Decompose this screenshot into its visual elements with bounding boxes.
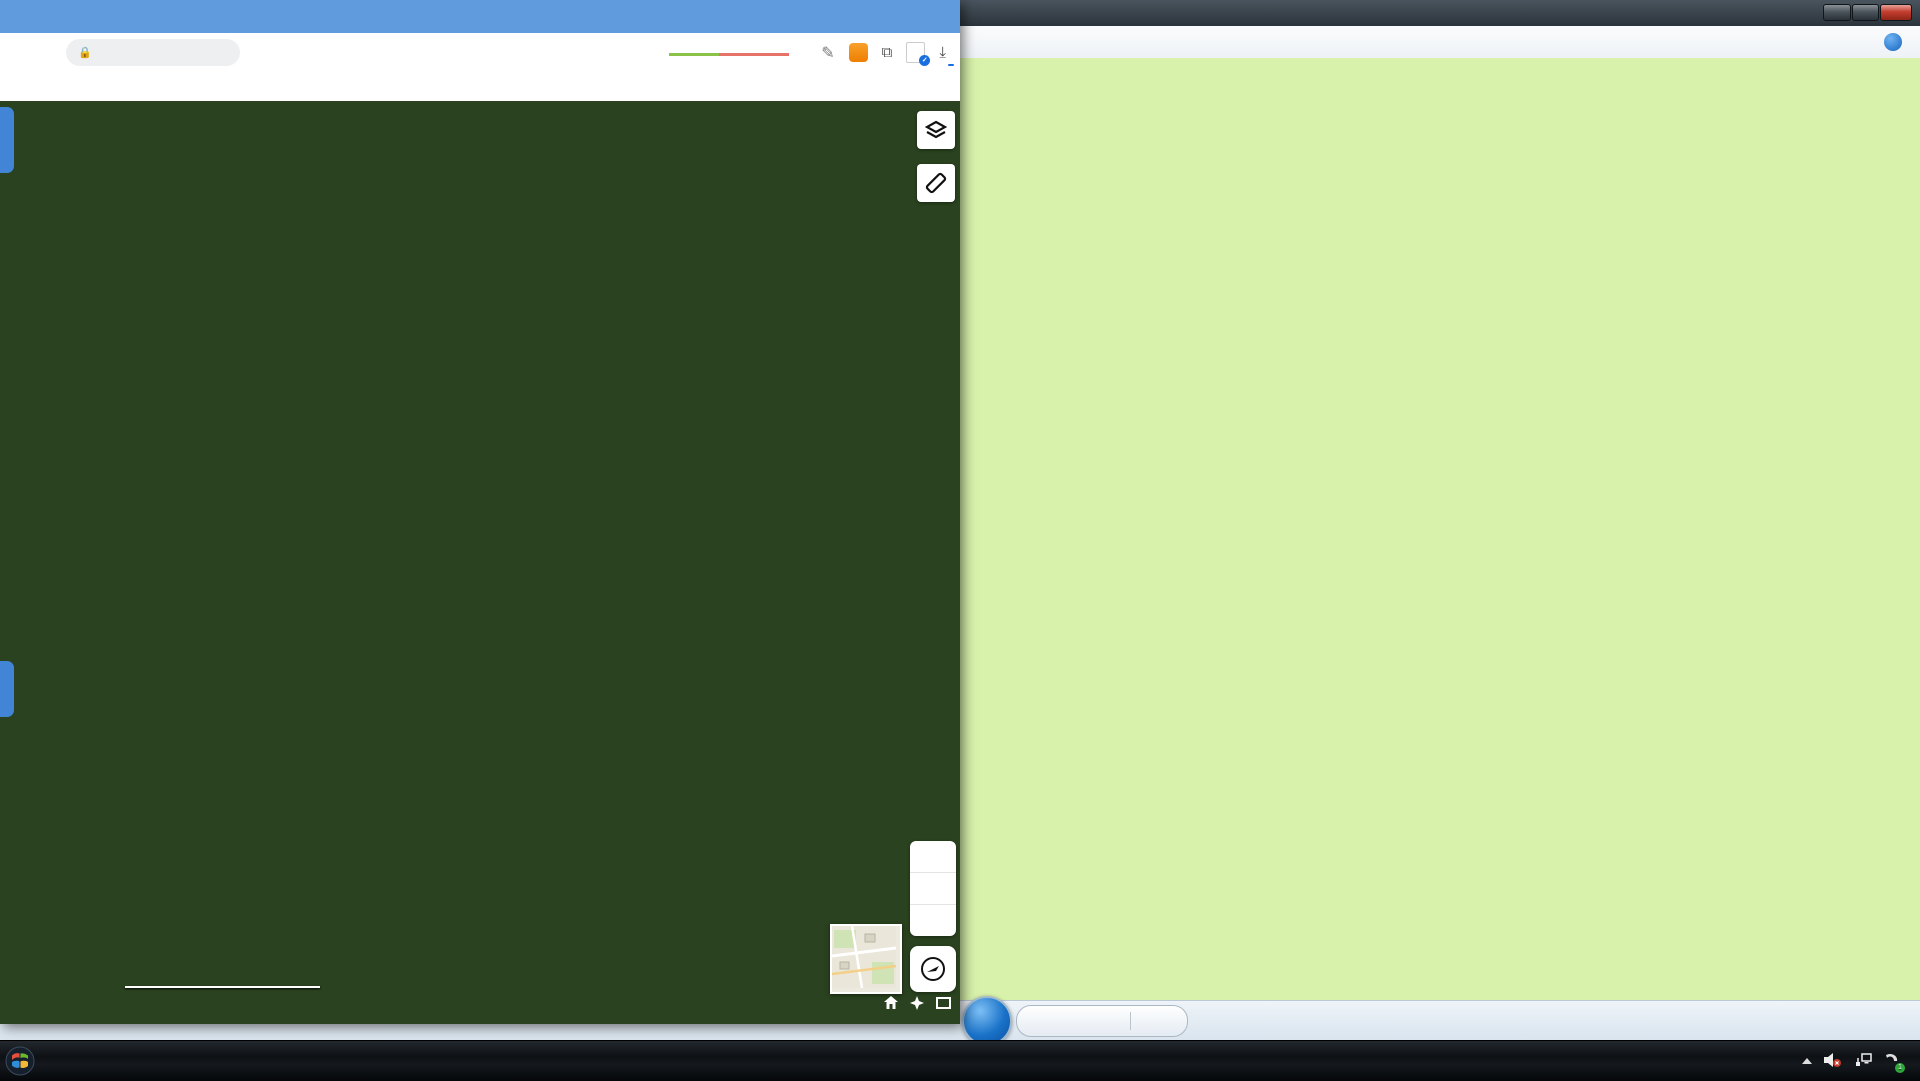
left-panel-handle[interactable] — [0, 107, 14, 173]
scale-line — [125, 986, 320, 988]
pdf-extension-icon[interactable]: ✓ — [906, 42, 925, 63]
help-icon[interactable] — [1884, 33, 1902, 51]
viewer-minimize-button[interactable] — [1823, 4, 1851, 21]
windows-orb-icon — [5, 1046, 35, 1076]
network-icon[interactable] — [1854, 1053, 1872, 1070]
hidden-icons-chevron[interactable] — [1802, 1058, 1812, 1064]
left-panel-handle-2[interactable] — [0, 661, 14, 717]
slideshow-button[interactable] — [962, 996, 1012, 1046]
address-bar: 🔒 ✎ ⧉ ✓ ⤓ — [0, 33, 960, 73]
zoning-map-svg — [960, 58, 1920, 1000]
layers-button[interactable] — [917, 111, 955, 149]
viewer-restore-button[interactable] — [1852, 4, 1879, 21]
measure-button[interactable] — [917, 164, 955, 202]
phone-app-icon[interactable]: 1 — [1884, 1053, 1900, 1070]
ruler-icon — [925, 172, 947, 194]
url-field[interactable]: 🔒 — [66, 39, 240, 66]
start-button[interactable] — [0, 1041, 40, 1081]
notification-badge: 1 — [1895, 1063, 1905, 1073]
compass-button[interactable] — [910, 946, 956, 992]
downloads-icon[interactable]: ⤓ — [939, 44, 946, 61]
browser-window: 🔒 ✎ ⧉ ✓ ⤓ — [0, 0, 960, 1024]
system-tray: 1 — [1790, 1053, 1920, 1070]
collections-icon[interactable]: ⧉ — [882, 44, 893, 61]
collections-pen-icon[interactable]: ✎ — [821, 43, 834, 63]
taskbar: 1 — [0, 1040, 1920, 1081]
layers-icon — [925, 119, 947, 141]
volume-muted-icon[interactable] — [1824, 1053, 1842, 1070]
home-icon[interactable] — [884, 996, 898, 1012]
check-badge: ✓ — [919, 55, 930, 66]
viewer-controls — [1016, 1005, 1188, 1037]
minimap-content — [832, 926, 896, 988]
satellite-map-svg[interactable] — [0, 101, 960, 1024]
lock-icon: 🔒 — [78, 46, 92, 59]
locate-icon[interactable] — [910, 996, 924, 1013]
fullscreen-icon[interactable] — [936, 996, 951, 1012]
compass-icon — [919, 955, 947, 983]
map-area[interactable] — [0, 101, 960, 1024]
tab-bar — [0, 0, 960, 33]
odnoklassniki-icon[interactable] — [849, 43, 868, 62]
downloads-badge — [948, 64, 954, 66]
zoom-out-button[interactable] — [910, 904, 956, 936]
zoom-in-button[interactable] — [910, 841, 956, 872]
reviews-widget[interactable] — [669, 50, 789, 56]
zoning-map-image — [960, 58, 1920, 1000]
rating-bar — [669, 53, 789, 56]
viewer-close-button[interactable] — [1880, 4, 1912, 21]
bookmarks-bar — [0, 72, 960, 102]
minimap[interactable] — [830, 924, 902, 994]
zoom-panel — [910, 841, 956, 936]
divider — [1130, 1012, 1131, 1030]
more-button[interactable] — [910, 872, 956, 904]
scale-bar — [125, 984, 320, 988]
